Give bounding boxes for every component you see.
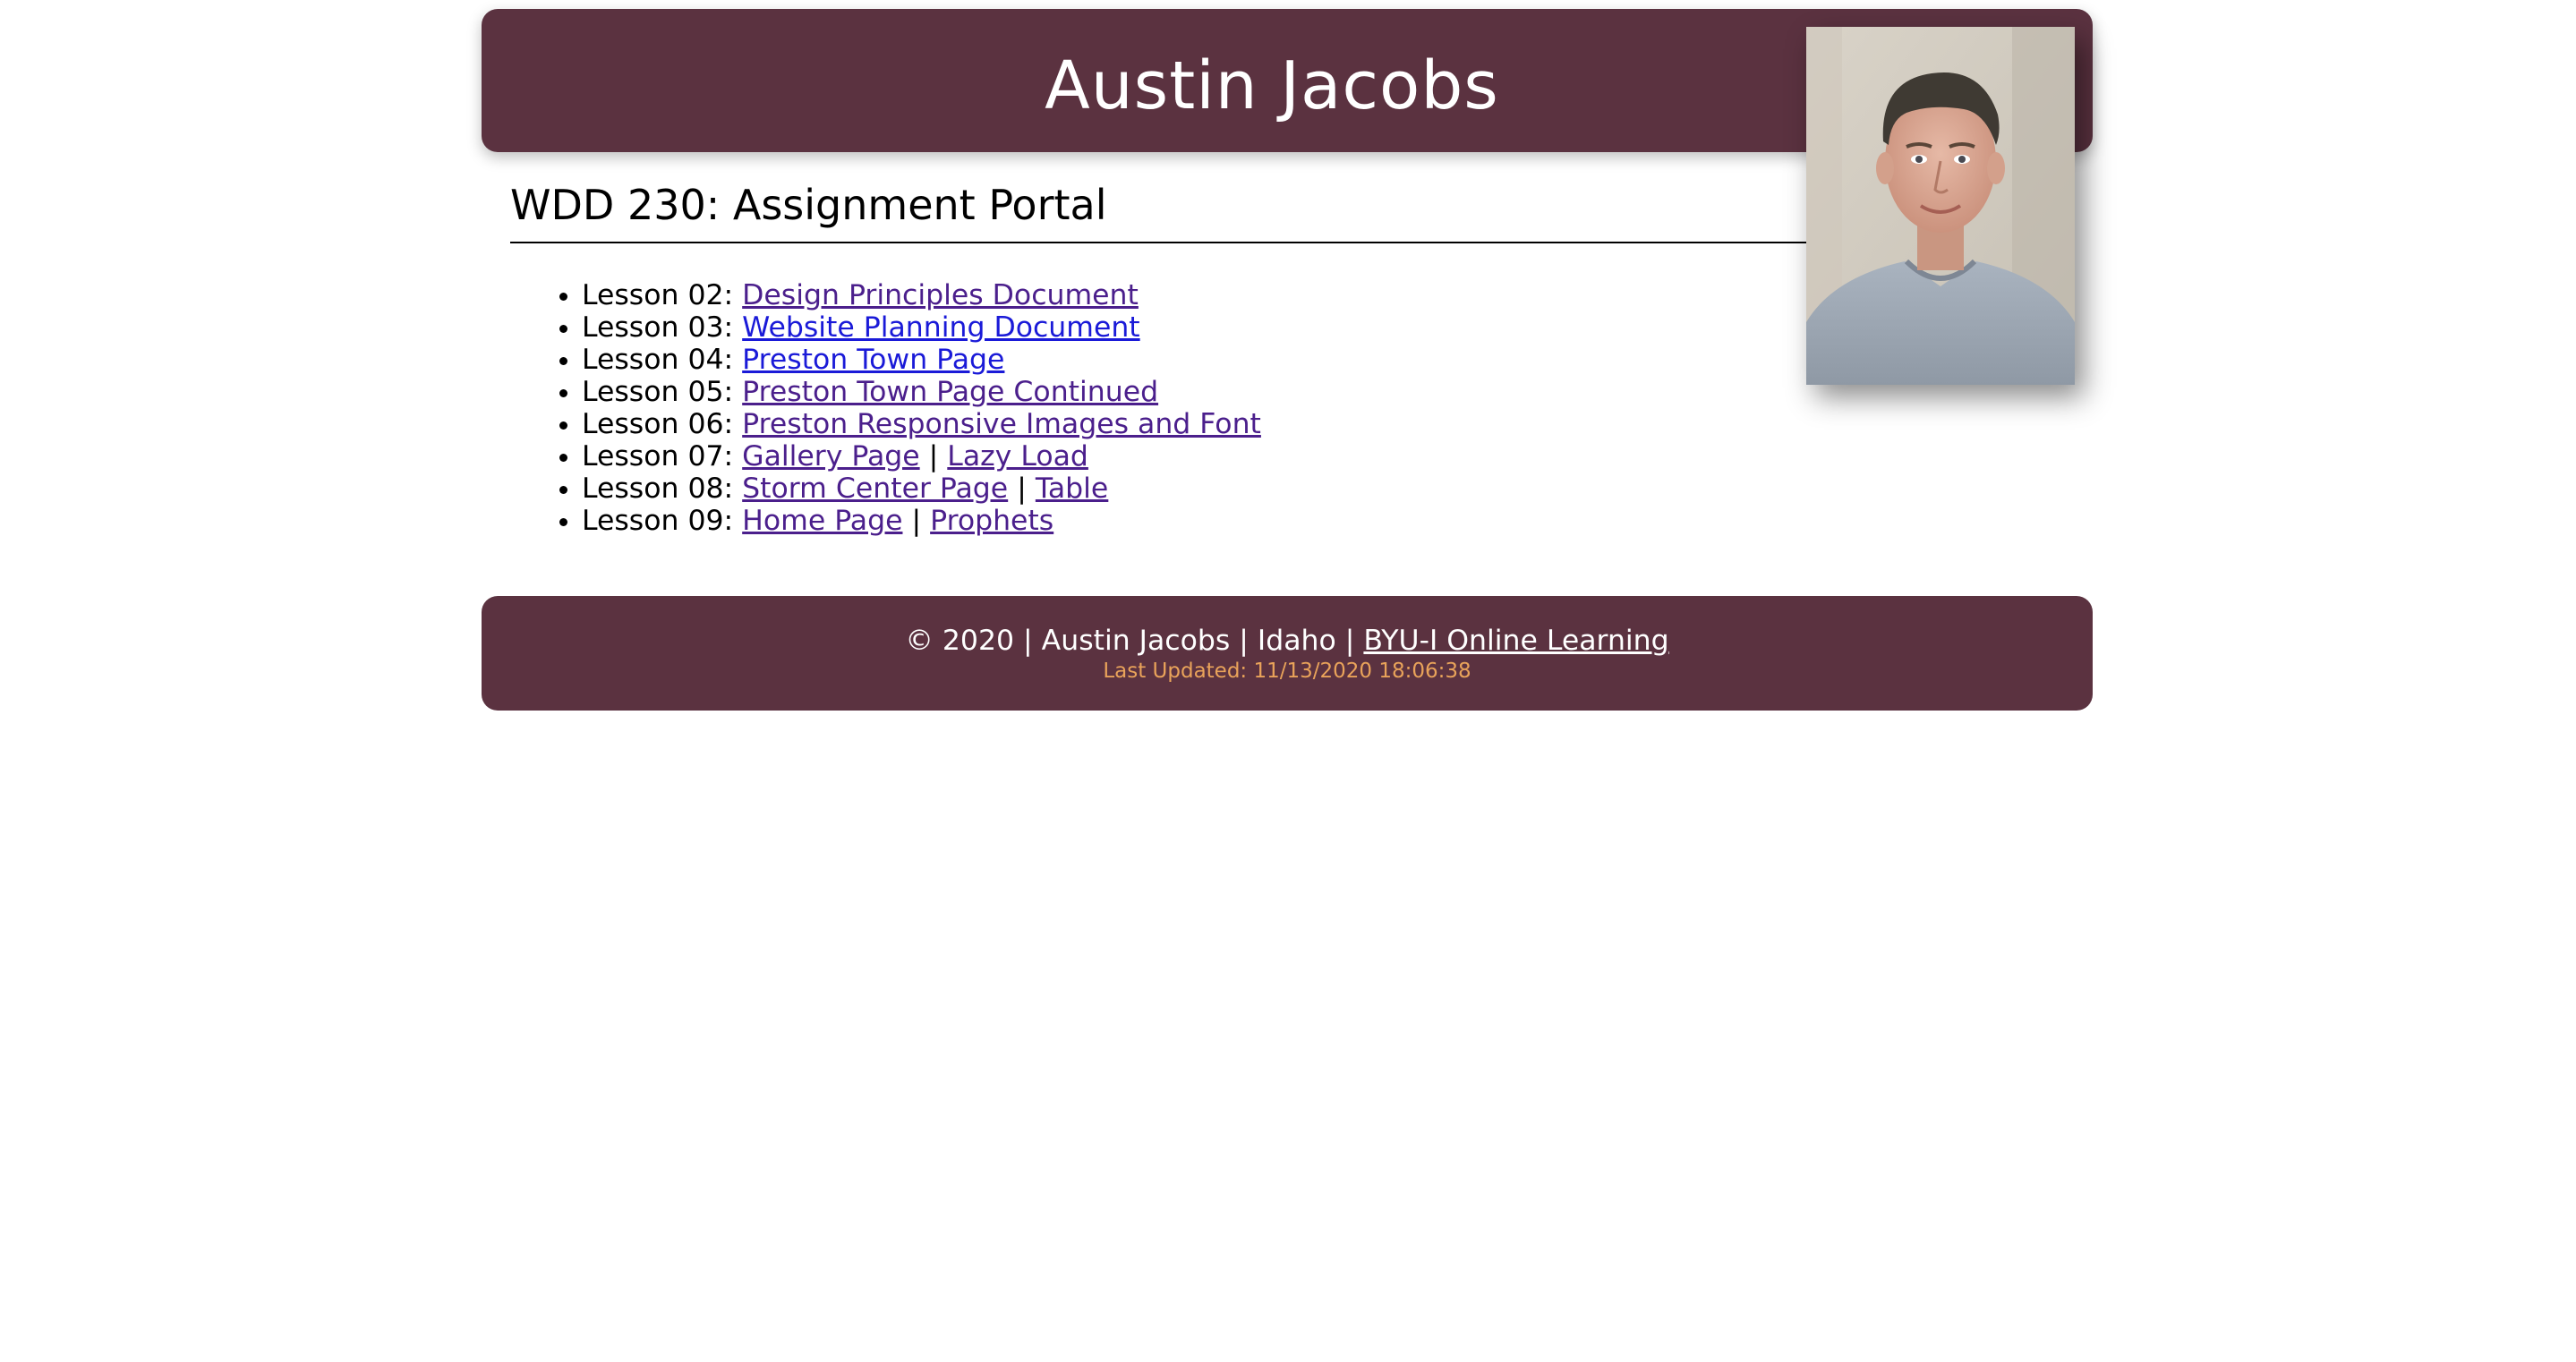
list-item: Lesson 04: Preston Town Page	[582, 344, 1261, 376]
list-item: Lesson 06: Preston Responsive Images and…	[582, 408, 1261, 440]
lesson-label: Lesson 04:	[582, 344, 734, 376]
list-item: Lesson 07: Gallery Page | Lazy Load	[582, 440, 1261, 472]
preston-town-page-link[interactable]: Preston Town Page	[742, 344, 1004, 376]
footer-copyright-line: © 2020 | Austin Jacobs | Idaho | BYU-I O…	[482, 623, 2093, 659]
lesson-label: Lesson 02:	[582, 279, 734, 311]
list-item: Lesson 02: Design Principles Document	[582, 279, 1261, 311]
list-item: Lesson 03: Website Planning Document	[582, 311, 1261, 344]
gallery-page-link[interactable]: Gallery Page	[742, 440, 919, 472]
table-link[interactable]: Table	[1036, 472, 1108, 505]
lesson-label: Lesson 08:	[582, 472, 734, 505]
preston-town-continued-link[interactable]: Preston Town Page Continued	[742, 376, 1158, 408]
site-footer: © 2020 | Austin Jacobs | Idaho | BYU-I O…	[482, 596, 2093, 711]
list-item: Lesson 05: Preston Town Page Continued	[582, 376, 1261, 408]
preston-responsive-link[interactable]: Preston Responsive Images and Font	[742, 408, 1261, 440]
byui-online-learning-link[interactable]: BYU-I Online Learning	[1363, 625, 1668, 657]
last-updated-text: Last Updated: 11/13/2020 18:06:38	[1103, 660, 1471, 683]
link-separator: |	[911, 505, 922, 537]
lazy-load-link[interactable]: Lazy Load	[947, 440, 1088, 472]
lesson-label: Lesson 06:	[582, 408, 734, 440]
list-item: Lesson 08: Storm Center Page | Table	[582, 472, 1261, 505]
lesson-label: Lesson 09:	[582, 505, 734, 537]
portrait-photo	[1806, 27, 2075, 385]
portal-heading: WDD 230: Assignment Portal	[510, 181, 1107, 229]
lesson-list: Lesson 02: Design Principles Document Le…	[510, 279, 1261, 537]
design-principles-link[interactable]: Design Principles Document	[742, 279, 1139, 311]
lesson-label: Lesson 05:	[582, 376, 734, 408]
list-item: Lesson 09: Home Page | Prophets	[582, 505, 1261, 537]
website-planning-link[interactable]: Website Planning Document	[742, 311, 1139, 344]
lesson-label: Lesson 07:	[582, 440, 734, 472]
storm-center-link[interactable]: Storm Center Page	[742, 472, 1008, 505]
heading-divider	[510, 242, 1808, 243]
copyright-text: © 2020 | Austin Jacobs | Idaho |	[905, 625, 1355, 657]
home-page-link[interactable]: Home Page	[742, 505, 902, 537]
link-separator: |	[1017, 472, 1027, 505]
link-separator: |	[928, 440, 939, 472]
lesson-label: Lesson 03:	[582, 311, 734, 344]
portrait-image	[1806, 27, 2075, 385]
prophets-link[interactable]: Prophets	[930, 505, 1053, 537]
